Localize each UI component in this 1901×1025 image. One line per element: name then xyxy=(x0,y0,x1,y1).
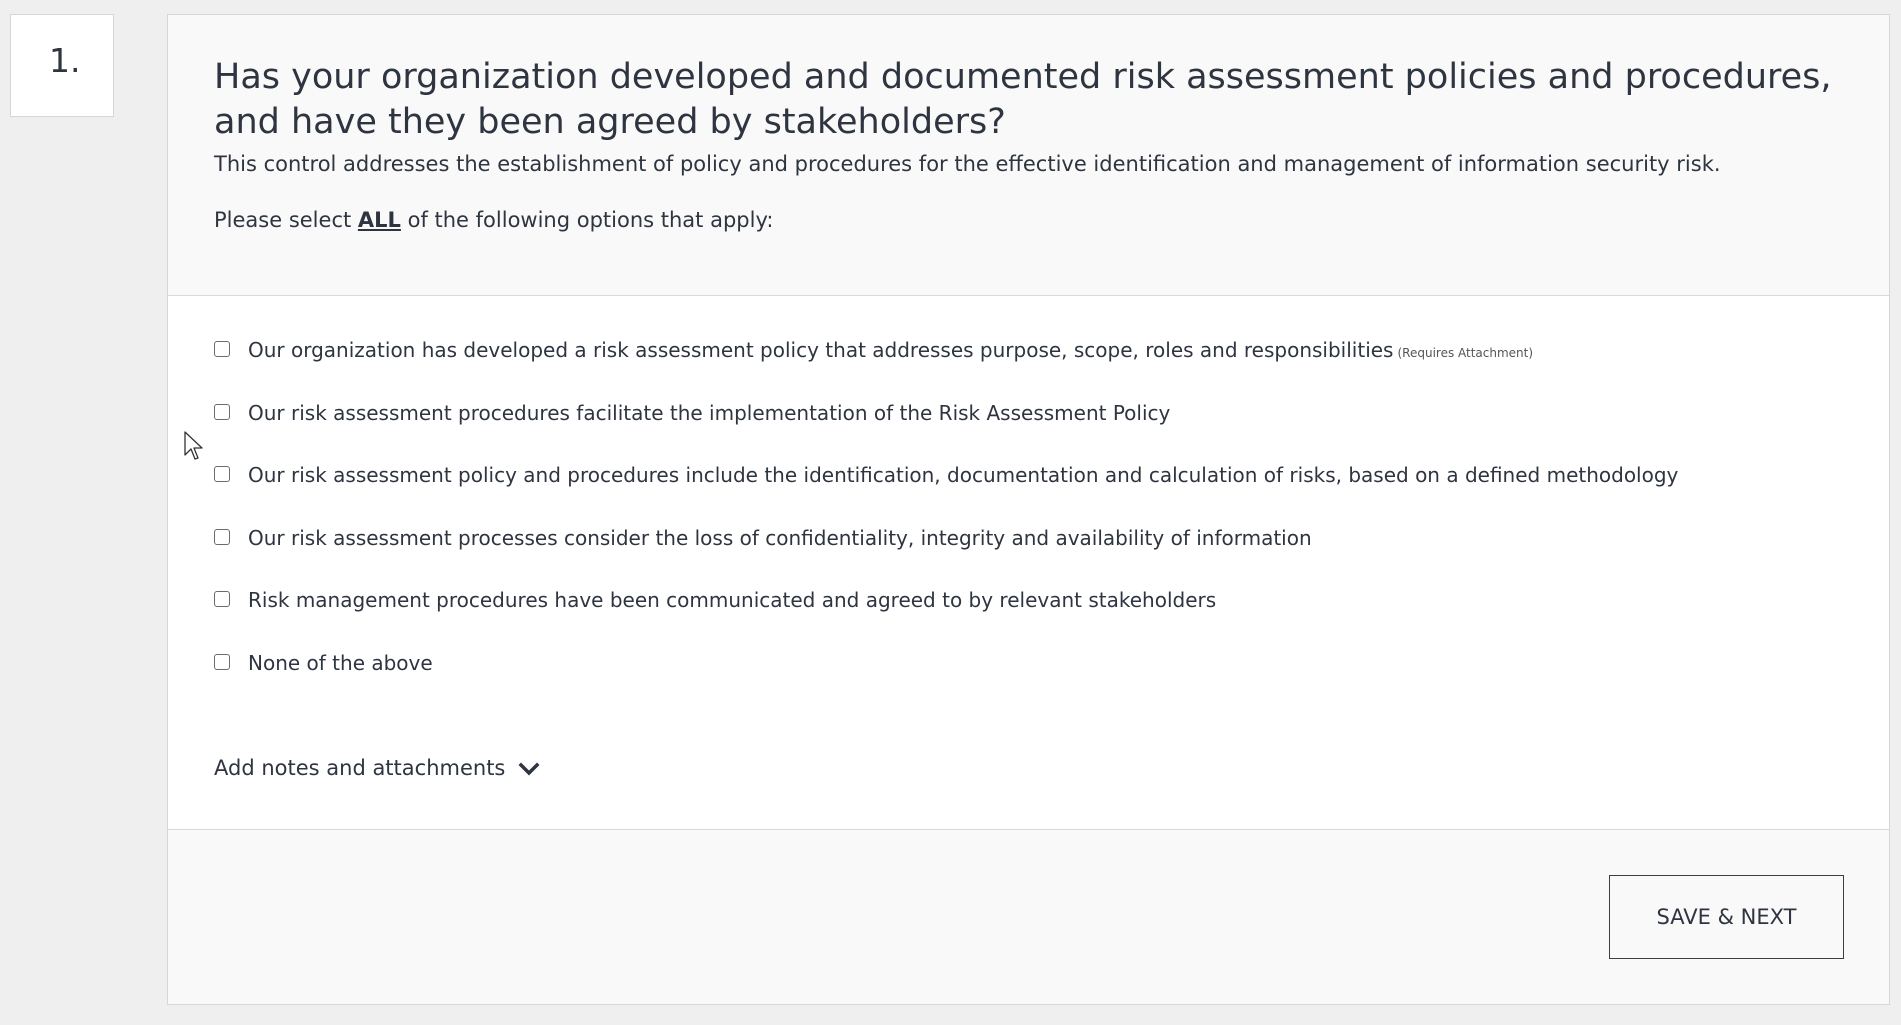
question-header: Has your organization developed and docu… xyxy=(168,15,1889,296)
save-next-button[interactable]: SAVE & NEXT xyxy=(1609,875,1844,959)
mouse-pointer-icon xyxy=(184,431,203,460)
chevron-down-icon[interactable] xyxy=(518,761,540,777)
option-checkbox[interactable] xyxy=(214,528,230,545)
prompt-text-before: Please select xyxy=(214,208,358,232)
option-item[interactable]: None of the above xyxy=(214,651,1869,717)
question-description: This control addresses the establishment… xyxy=(214,152,1721,176)
option-checkbox[interactable] xyxy=(214,403,230,420)
option-label[interactable]: None of the above xyxy=(248,650,433,676)
option-label[interactable]: Our risk assessment procedures facilitat… xyxy=(248,400,1170,426)
option-item[interactable]: Our organization has developed a risk as… xyxy=(214,338,1869,404)
question-title: Has your organization developed and docu… xyxy=(214,57,1832,142)
selection-prompt: Please select ALL of the following optio… xyxy=(214,206,773,234)
add-notes-toggle[interactable]: Add notes and attachments xyxy=(214,754,540,782)
option-label[interactable]: Our risk assessment policy and procedure… xyxy=(248,462,1678,488)
option-item[interactable]: Our risk assessment policy and procedure… xyxy=(214,463,1869,529)
option-label[interactable]: Our organization has developed a risk as… xyxy=(248,337,1533,366)
prompt-text-after: of the following options that apply: xyxy=(400,208,774,232)
option-item[interactable]: Our risk assessment processes consider t… xyxy=(214,526,1869,592)
option-label[interactable]: Our risk assessment processes consider t… xyxy=(248,525,1312,551)
question-number: 1. xyxy=(10,14,114,117)
option-label-text[interactable]: Our organization has developed a risk as… xyxy=(248,338,1393,362)
option-item[interactable]: Our risk assessment procedures facilitat… xyxy=(214,401,1869,467)
option-checkbox[interactable] xyxy=(214,591,230,607)
option-item[interactable]: Risk management procedures have been com… xyxy=(214,588,1869,654)
options-list: Our organization has developed a risk as… xyxy=(214,338,1869,717)
question-card: Has your organization developed and docu… xyxy=(167,14,1890,1005)
option-checkbox[interactable] xyxy=(214,653,230,670)
prompt-emphasis: ALL xyxy=(357,208,401,232)
option-checkbox[interactable] xyxy=(214,341,230,357)
add-notes-label[interactable]: Add notes and attachments xyxy=(214,756,505,780)
question-footer: SAVE & NEXT xyxy=(168,829,1889,1004)
option-checkbox[interactable] xyxy=(214,466,230,482)
requires-attachment-note: (Requires Attachment) xyxy=(1397,346,1534,360)
option-label[interactable]: Risk management procedures have been com… xyxy=(248,587,1216,613)
